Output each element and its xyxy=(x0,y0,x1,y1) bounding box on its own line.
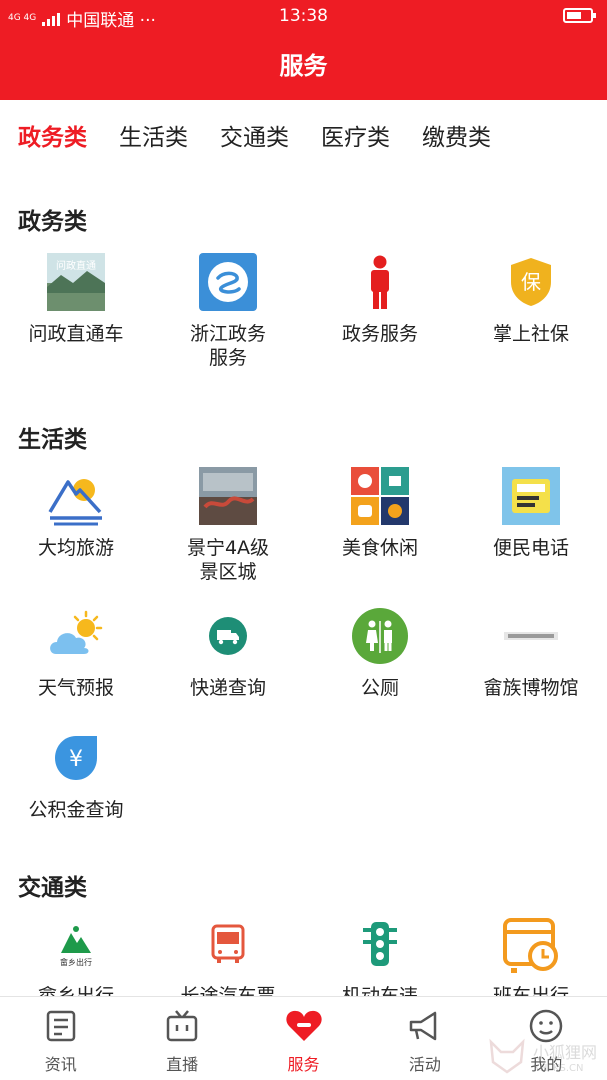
phone-book-icon xyxy=(501,466,561,526)
tab-gov[interactable]: 政务类 xyxy=(18,100,87,176)
mountain-sun-icon xyxy=(46,466,106,526)
tab-traffic[interactable]: 交通类 xyxy=(220,100,289,176)
page-title: 服务 xyxy=(0,34,607,100)
service-label: 快递查询 xyxy=(189,677,266,699)
service-label: 公积金查询 xyxy=(28,799,124,821)
status-time: 13:38 xyxy=(279,6,328,26)
service-weather[interactable]: 天气预报 xyxy=(0,606,152,700)
tab-life[interactable]: 生活类 xyxy=(119,100,188,176)
service-express[interactable]: 快递查询 xyxy=(152,606,304,700)
service-hotline[interactable]: 便民电话 xyxy=(455,466,607,560)
person-icon xyxy=(350,252,410,312)
megaphone-icon xyxy=(405,1007,445,1045)
section-title-life: 生活类 xyxy=(18,427,87,453)
service-label: 长途汽车票 xyxy=(180,985,276,996)
service-scenic-city[interactable]: 景宁4A级景区城 xyxy=(152,466,304,584)
service-label: 掌上社保 xyxy=(492,323,569,345)
service-label: 机动车违 xyxy=(341,985,418,996)
service-label: 班车出行 xyxy=(492,985,569,996)
section-title-gov: 政务类 xyxy=(18,209,87,235)
traffic-light-icon xyxy=(350,914,410,974)
nav-label: 活动 xyxy=(408,1055,441,1074)
nav-service[interactable]: 服务 xyxy=(243,997,364,1080)
watermark-text: 小狐狸网 xyxy=(532,1042,597,1062)
category-tabs: 政务类 生活类 交通类 医疗类 缴费类 xyxy=(0,100,607,176)
news-icon xyxy=(41,1007,81,1045)
service-sheshang[interactable]: 畲乡出行 畲乡出行 xyxy=(0,914,152,996)
service-food-leisure[interactable]: 美食休闲 xyxy=(304,466,456,560)
tab-payment[interactable]: 缴费类 xyxy=(422,100,491,176)
service-label: 公厕 xyxy=(360,677,399,699)
watermark: 小狐狸网 XHLKS.CN xyxy=(487,1038,597,1074)
section-title-traffic: 交通类 xyxy=(18,875,87,901)
shuttle-clock-icon xyxy=(501,914,561,974)
nav-activity[interactable]: 活动 xyxy=(364,997,485,1080)
nav-label: 服务 xyxy=(287,1055,320,1074)
shield-badge-text: 保 xyxy=(521,270,541,294)
fox-logo-icon xyxy=(489,1038,525,1074)
nav-news[interactable]: 资讯 xyxy=(0,997,121,1080)
service-label: 畲乡出行 xyxy=(37,985,114,996)
service-museum[interactable]: 畲族博物馆 xyxy=(455,606,607,700)
toilet-icon xyxy=(350,606,410,666)
tv-icon xyxy=(162,1007,202,1045)
delivery-truck-icon xyxy=(198,606,258,666)
food-collage-icon xyxy=(350,466,410,526)
service-housing-fund[interactable]: ¥ 公积金查询 xyxy=(0,728,152,822)
service-label: 美食休闲 xyxy=(341,537,418,559)
wenzheng-photo-icon: 问政直通 xyxy=(46,252,106,312)
service-toilet[interactable]: 公厕 xyxy=(304,606,456,700)
service-wenzheng[interactable]: 问政直通 问政直通车 xyxy=(0,252,152,346)
service-label: 问政直通车 xyxy=(28,323,124,345)
service-dajun-travel[interactable]: 大均旅游 xyxy=(0,466,152,560)
service-label: 浙江政务服务 xyxy=(189,323,266,369)
service-shuttle[interactable]: 班车出行 xyxy=(455,914,607,996)
shield-icon: 保 xyxy=(501,252,561,312)
status-bar: 4G 4G 中国联通 ··· 13:38 xyxy=(0,0,607,34)
service-label: 政务服务 xyxy=(341,323,418,345)
service-label: 景宁4A级景区城 xyxy=(186,537,270,583)
service-label: 天气预报 xyxy=(37,677,114,699)
service-label: 便民电话 xyxy=(492,537,569,559)
heart-icon xyxy=(284,1007,324,1045)
sheshang-caption: 畲乡出行 xyxy=(60,957,92,967)
zhejiang-gov-icon xyxy=(198,252,258,312)
service-label: 畲族博物馆 xyxy=(483,677,579,699)
bus-icon xyxy=(198,914,258,974)
museum-icon xyxy=(501,606,561,666)
service-vehicle-violation[interactable]: 机动车违 xyxy=(304,914,456,996)
wenzheng-banner: 问政直通 xyxy=(56,259,96,272)
service-list: 政务类 问政直通 问政直通车 浙江政务服务 政务服务 保 掌上社保 生活类 大均… xyxy=(0,176,607,996)
nav-label: 直播 xyxy=(166,1055,199,1074)
service-label: 大均旅游 xyxy=(37,537,114,559)
service-gov-affairs[interactable]: 政务服务 xyxy=(304,252,456,346)
nav-label: 资讯 xyxy=(44,1055,77,1074)
service-social-security[interactable]: 保 掌上社保 xyxy=(455,252,607,346)
watermark-sub: XHLKS.CN xyxy=(532,1062,584,1074)
sheshang-logo-icon: 畲乡出行 xyxy=(46,914,106,974)
tab-medical[interactable]: 医疗类 xyxy=(321,100,390,176)
battery-icon xyxy=(563,8,596,23)
service-long-bus[interactable]: 长途汽车票 xyxy=(152,914,304,996)
scenic-photo-icon xyxy=(198,466,258,526)
weather-icon xyxy=(46,606,106,666)
nav-live[interactable]: 直播 xyxy=(121,997,242,1080)
service-zhejiang-gov[interactable]: 浙江政务服务 xyxy=(152,252,304,370)
yuan-symbol: ¥ xyxy=(69,747,83,772)
yuan-drop-icon: ¥ xyxy=(46,728,106,788)
